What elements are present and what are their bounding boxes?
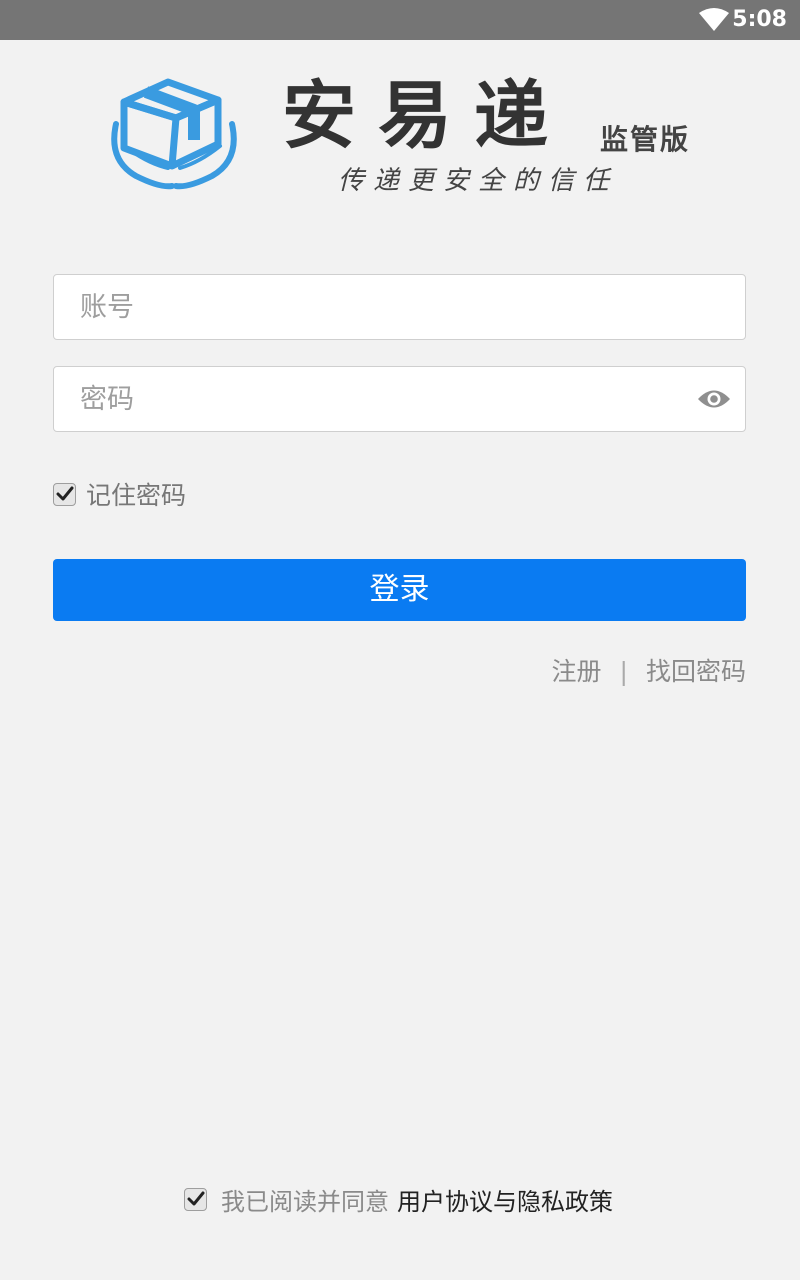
checkmark-icon [56, 486, 74, 500]
app-slogan: 传递更安全的信任 [338, 166, 619, 196]
agreement-link[interactable]: 用户协议与隐私政策 [397, 1182, 613, 1217]
register-link[interactable]: 注册 [552, 657, 602, 686]
status-bar: 5:08 [0, 0, 800, 40]
app-title: 安易递 [282, 73, 570, 159]
remember-password-toggle[interactable]: 记住密码 [53, 478, 186, 510]
login-button[interactable]: 登录 [53, 559, 746, 621]
password-input[interactable] [54, 367, 745, 431]
app-logo-icon [111, 78, 237, 190]
account-field[interactable] [53, 274, 746, 340]
edition-label: 监管版 [600, 123, 691, 156]
checkmark-icon [187, 1191, 205, 1205]
wifi-icon [699, 8, 729, 31]
forgot-password-link[interactable]: 找回密码 [646, 657, 746, 686]
remember-checkbox[interactable] [53, 482, 76, 506]
remember-label: 记住密码 [86, 481, 187, 510]
agreement-row: 我已阅读并同意 用户协议与隐私政策 [184, 1182, 613, 1216]
eye-icon[interactable] [697, 388, 731, 410]
agreement-text: 我已阅读并同意 [221, 1187, 389, 1216]
link-separator: | [619, 657, 628, 686]
password-field[interactable] [53, 366, 746, 432]
status-time: 5:08 [732, 7, 787, 32]
account-input[interactable] [54, 275, 745, 339]
account-links: 注册 | 找回密码 [552, 652, 746, 688]
agreement-checkbox[interactable] [184, 1187, 207, 1211]
